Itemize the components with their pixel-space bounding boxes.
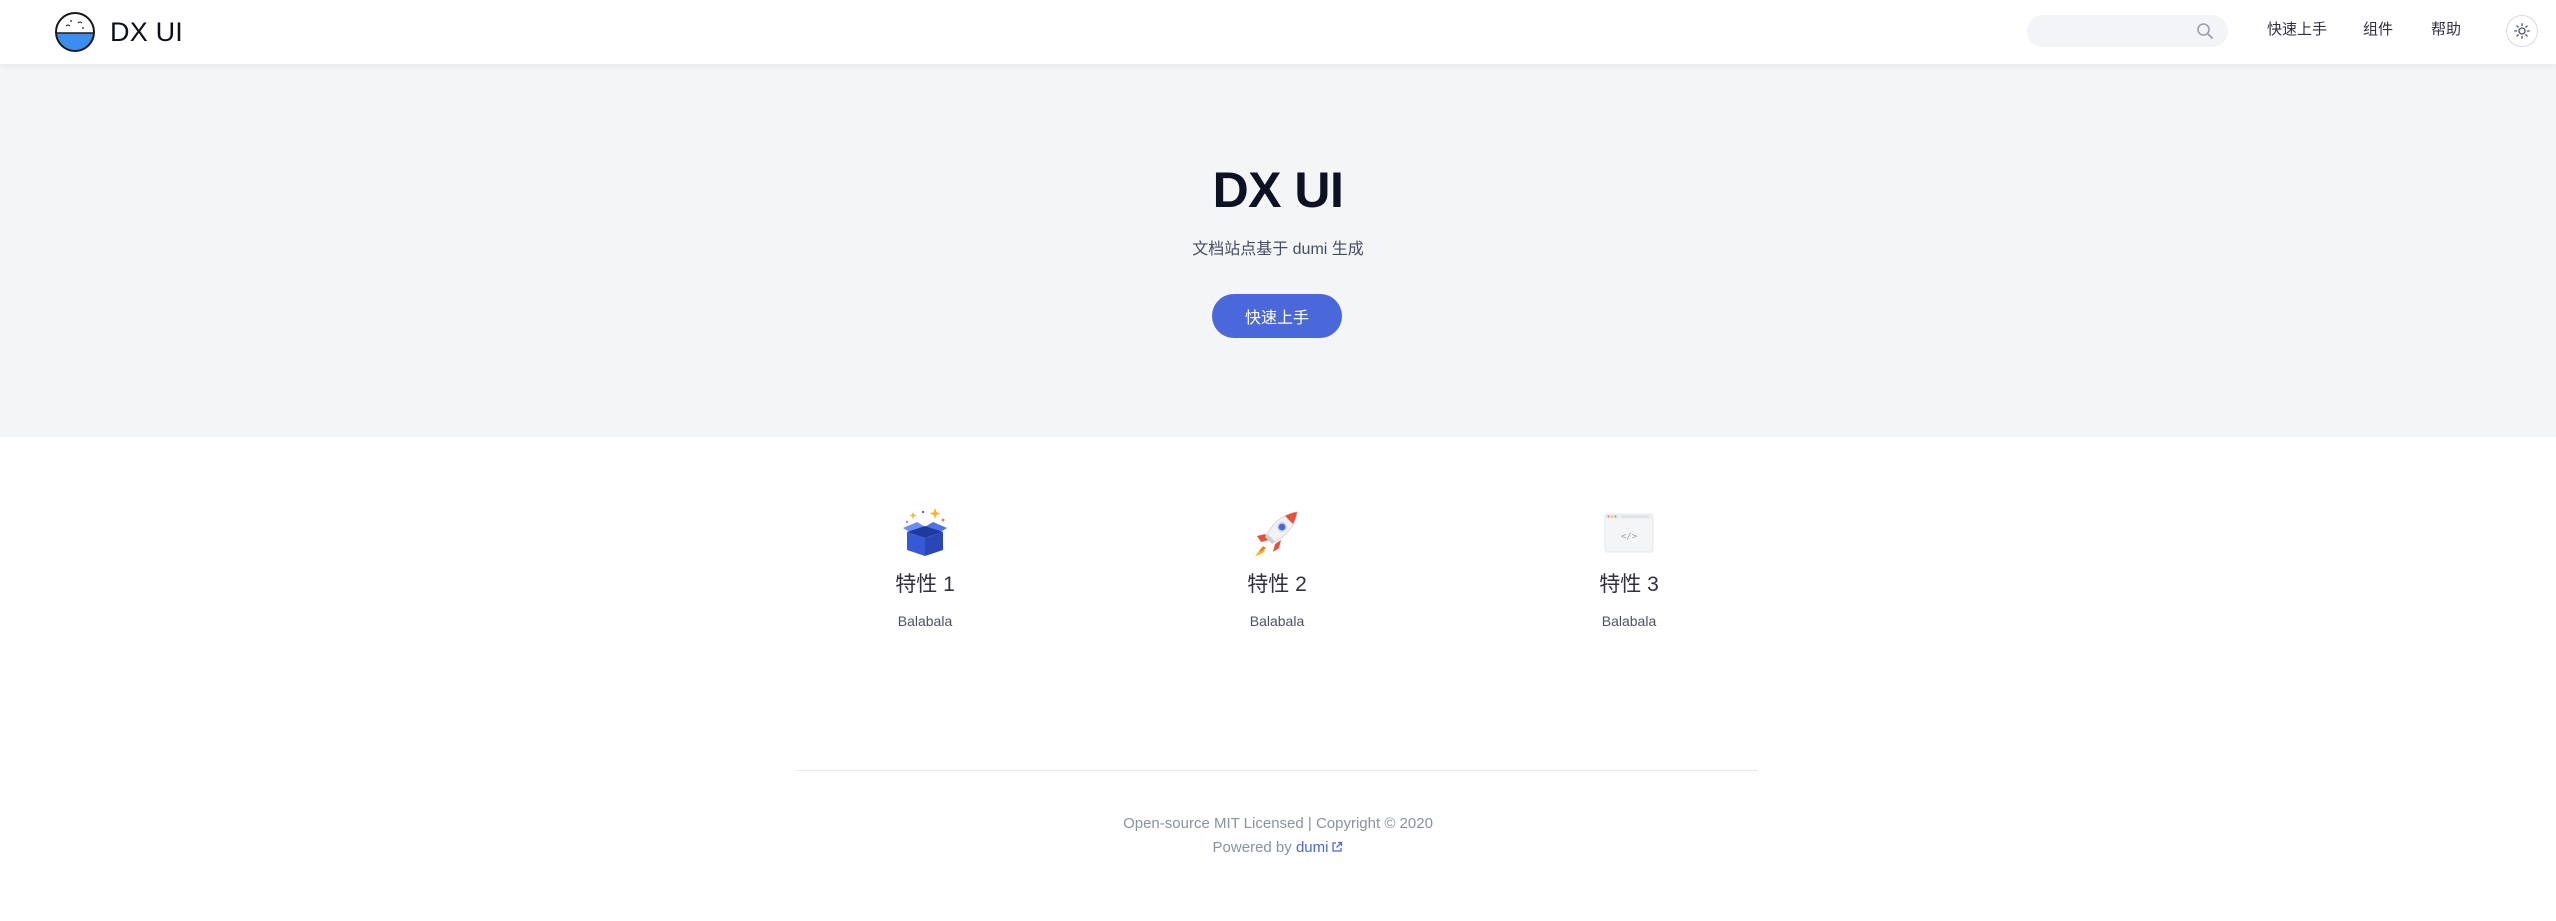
logo-link[interactable]: DX UI <box>54 9 183 55</box>
nav-link-help[interactable]: 帮助 <box>2431 20 2461 40</box>
nav-link-getting-started[interactable]: 快速上手 <box>2267 20 2327 40</box>
feature-card: 特性 2 Balabala <box>1177 506 1377 629</box>
sun-icon <box>2514 23 2530 39</box>
feature-title: 特性 1 <box>895 573 955 596</box>
hero-title: DX UI <box>1212 162 1344 218</box>
code-window-icon: </> <box>1604 513 1654 553</box>
search-icon <box>2197 23 2213 39</box>
hero-section: DX UI 文档站点基于 dumi 生成 快速上手 <box>0 64 2556 437</box>
search-box <box>2027 15 2228 47</box>
hero-description: 文档站点基于 dumi 生成 <box>1192 241 1364 258</box>
feature-description: Balabala <box>897 613 953 629</box>
dumi-link[interactable]: dumi <box>1296 839 1344 856</box>
search-input[interactable] <box>2027 15 2187 47</box>
top-navbar: DX UI 快速上手 组件 帮助 <box>0 0 2556 64</box>
dumi-link-label: dumi <box>1295 839 1329 856</box>
feature-card: 特性 1 Balabala <box>825 506 1025 629</box>
footer-license: Open-source MIT Licensed | Copyright © 2… <box>1123 815 1433 832</box>
footer-divider <box>796 770 1758 771</box>
rocket-icon <box>1255 511 1298 556</box>
gift-box-icon <box>903 508 947 556</box>
logo-icon <box>55 12 95 52</box>
footer-powered-by: Powered by dumi <box>0 839 2556 856</box>
feature-description: Balabala <box>1601 613 1657 629</box>
nav-link-components[interactable]: 组件 <box>2363 20 2393 40</box>
powered-by-label: Powered by <box>1212 839 1296 856</box>
svg-text:</>: </> <box>1621 532 1638 542</box>
logo-text: DX UI <box>110 16 184 47</box>
feature-title: 特性 2 <box>1247 573 1307 596</box>
feature-title: 特性 3 <box>1599 573 1659 596</box>
feature-description: Balabala <box>1249 613 1305 629</box>
theme-toggle-button[interactable] <box>2506 15 2538 47</box>
feature-card: </> 特性 3 Balabala <box>1529 506 1729 629</box>
external-link-icon <box>1332 841 1343 852</box>
getting-started-button[interactable]: 快速上手 <box>1212 294 1342 338</box>
